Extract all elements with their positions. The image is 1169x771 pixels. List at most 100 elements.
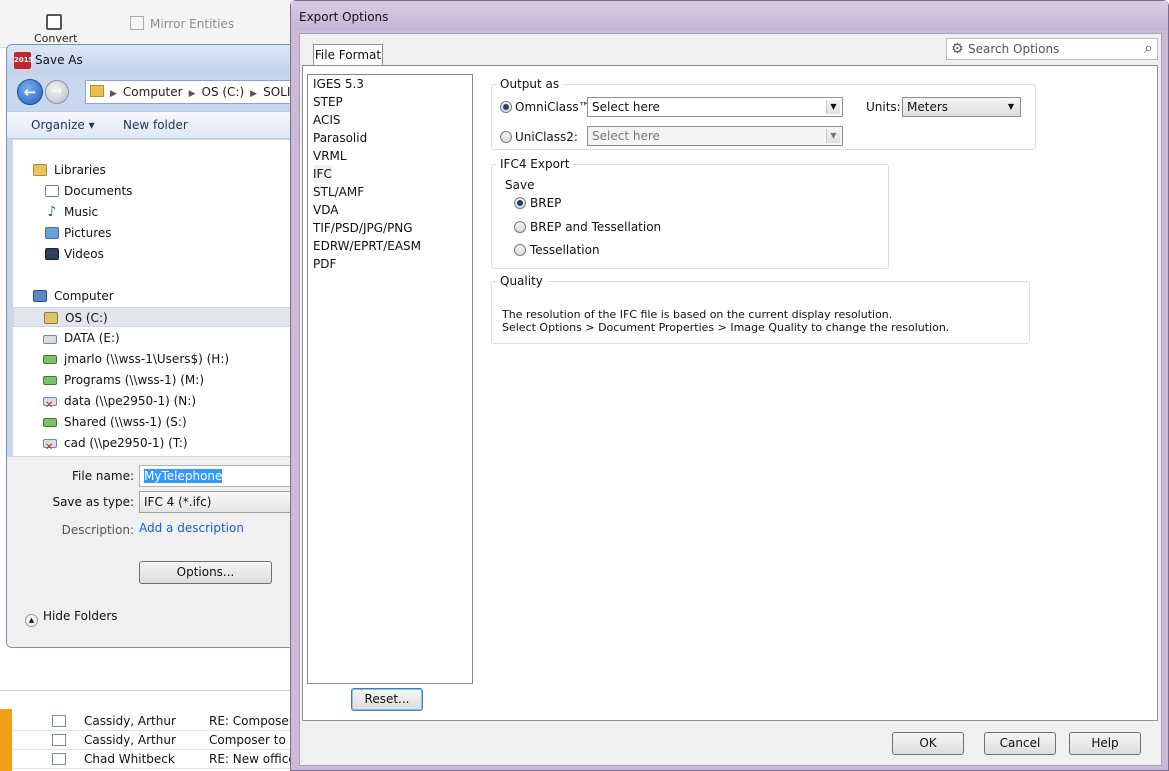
organize-menu[interactable]: Organize ▾ — [31, 118, 95, 132]
sidebar-item-label: data (\\pe2950-1) (N:) — [64, 394, 196, 408]
breadcrumb-os-drive[interactable]: OS (C:) — [202, 85, 245, 99]
quality-group: Quality The resolution of the IFC file i… — [491, 274, 1030, 344]
sidebar-item-label: Shared (\\wss-1) (S:) — [64, 415, 187, 429]
help-button[interactable]: Help — [1069, 732, 1141, 755]
forward-arrow-icon[interactable]: → — [45, 80, 69, 104]
new-folder-button[interactable]: New folder — [123, 118, 188, 132]
sidebar-item-label: cad (\\pe2950-1) (T:) — [64, 436, 188, 450]
gear-icon[interactable]: ⚙ — [951, 39, 964, 59]
chevron-down-icon: ▼ — [826, 129, 840, 143]
navigation-pane: Libraries Documents ♪ Music Pictures Vid… — [13, 140, 301, 458]
list-item[interactable]: VRML — [313, 147, 347, 165]
email-open-icon — [52, 753, 66, 765]
email-forward-icon — [52, 734, 66, 746]
list-item[interactable]: PDF — [313, 255, 336, 273]
email-reply-icon — [52, 715, 66, 727]
sidebar-item-documents[interactable]: Documents — [13, 181, 301, 201]
list-item[interactable]: TIF/PSD/JPG/PNG — [313, 219, 413, 237]
breadcrumb-computer[interactable]: Computer — [123, 85, 183, 99]
email-row[interactable]: Cassidy, Arthur Composer to Co — [12, 731, 295, 750]
omniclass-value: Select here — [592, 100, 660, 114]
uniclass-radio[interactable] — [500, 131, 512, 143]
back-arrow-icon[interactable]: ← — [17, 79, 43, 105]
disconnected-drive-icon — [43, 438, 57, 458]
sidebar-item-os-drive[interactable]: OS (C:) — [13, 307, 301, 327]
tab-file-format[interactable]: File Format — [313, 44, 383, 66]
reset-button[interactable]: Reset... — [351, 688, 423, 711]
tessellation-radio[interactable] — [514, 244, 526, 256]
file-name-input[interactable]: MyTelephone — [139, 465, 305, 487]
chevron-right-icon: ▶ — [188, 89, 196, 99]
sidebar-item-music[interactable]: ♪ Music — [13, 202, 301, 222]
sidebar-item-pictures[interactable]: Pictures — [13, 223, 301, 243]
hide-folders-button[interactable]: ▲ Hide Folders — [25, 609, 118, 627]
uniclass-value: Select here — [592, 129, 660, 143]
ok-button[interactable]: OK — [892, 732, 964, 755]
quality-label: Quality — [496, 274, 547, 288]
email-row[interactable]: Chad Whitbeck RE: New office p — [12, 750, 295, 769]
sidebar-item-shared-drive[interactable]: Shared (\\wss-1) (S:) — [13, 412, 301, 432]
tessellation-label: Tessellation — [530, 243, 600, 257]
list-item[interactable]: ACIS — [313, 111, 341, 129]
sidebar-item-label: Programs (\\wss-1) (M:) — [64, 373, 205, 387]
output-as-label: Output as — [496, 77, 564, 91]
search-options-input[interactable]: ⚙ Search Options ⌕ — [946, 38, 1158, 60]
pictures-icon — [45, 227, 59, 239]
search-icon[interactable]: ⌕ — [1144, 38, 1153, 58]
quality-line-2: Select Options > Document Properties > I… — [502, 321, 950, 334]
sidebar-item-cad-drive[interactable]: cad (\\pe2950-1) (T:) — [13, 433, 301, 458]
add-description-link[interactable]: Add a description — [139, 521, 244, 535]
sidebar-item-jmarlo-drive[interactable]: jmarlo (\\wss-1\Users$) (H:) — [13, 349, 301, 369]
quality-description: The resolution of the IFC file is based … — [502, 308, 949, 334]
chevron-right-icon: ▶ — [250, 89, 258, 99]
units-value: Meters — [907, 100, 949, 114]
brep-tessellation-radio[interactable] — [514, 221, 526, 233]
omniclass-radio[interactable] — [500, 101, 512, 113]
output-as-group: Output as OmniClass™: Select here ▼ Unit… — [491, 77, 1036, 150]
sidebar-item-data-drive[interactable]: DATA (E:) — [13, 328, 301, 348]
folder-icon — [90, 85, 104, 97]
cancel-button[interactable]: Cancel — [984, 732, 1056, 755]
export-options-title: Export Options — [299, 10, 389, 24]
list-item[interactable]: STL/AMF — [313, 183, 364, 201]
email-list: Cassidy, Arthur RE: Composer to Cassidy,… — [0, 690, 295, 771]
description-label: Description: — [61, 523, 134, 537]
sidebar-item-label: Libraries — [54, 163, 106, 177]
uniclass-select[interactable]: Select here ▼ — [587, 126, 843, 146]
email-row[interactable]: Cassidy, Arthur RE: Composer to — [12, 712, 295, 731]
sidebar-item-programs-drive[interactable]: Programs (\\wss-1) (M:) — [13, 370, 301, 390]
sidebar-item-data-network-drive[interactable]: data (\\pe2950-1) (N:) — [13, 391, 301, 416]
address-bar: ← → ▶ Computer ▶ OS (C:) ▶ SOLID — [11, 79, 305, 107]
chevron-down-icon: ▼ — [826, 100, 840, 114]
list-item[interactable]: Parasolid — [313, 129, 367, 147]
mirror-entities-button[interactable]: Mirror Entities — [130, 16, 234, 31]
save-as-titlebar[interactable]: 2015 Save As — [7, 45, 305, 75]
export-options-body: File Format ⚙ Search Options ⌕ IGES 5.3 … — [299, 33, 1162, 766]
list-item[interactable]: EDRW/EPRT/EASM — [313, 237, 421, 255]
email-from: Chad Whitbeck — [84, 752, 175, 766]
options-button[interactable]: Options... — [139, 561, 272, 584]
list-item[interactable]: VDA — [313, 201, 338, 219]
omniclass-select[interactable]: Select here ▼ — [587, 97, 843, 117]
network-drive-icon — [43, 418, 57, 427]
sidebar-item-videos[interactable]: Videos — [13, 244, 301, 264]
convert-button[interactable]: Convert — [34, 14, 78, 45]
format-list[interactable]: IGES 5.3 STEP ACIS Parasolid VRML IFC ST… — [307, 74, 473, 684]
chevron-up-icon: ▲ — [25, 614, 38, 627]
list-item[interactable]: STEP — [313, 93, 343, 111]
list-item-selected[interactable]: IFC — [313, 165, 332, 183]
units-select[interactable]: Meters ▼ — [902, 97, 1021, 117]
sidebar-item-computer[interactable]: Computer — [13, 286, 301, 306]
list-item[interactable]: IGES 5.3 — [313, 75, 364, 93]
sidebar-item-label: DATA (E:) — [64, 331, 120, 345]
sidebar-item-libraries[interactable]: Libraries — [13, 160, 301, 180]
sidebar-item-label: Pictures — [64, 226, 112, 240]
export-options-titlebar[interactable]: Export Options — [291, 1, 1168, 31]
computer-icon — [33, 290, 47, 302]
breadcrumb[interactable]: ▶ Computer ▶ OS (C:) ▶ SOLID — [85, 80, 305, 104]
search-placeholder: Search Options — [968, 42, 1060, 56]
save-as-title: Save As — [35, 53, 83, 67]
save-as-type-select[interactable]: IFC 4 (*.ifc) — [139, 491, 305, 513]
save-label: Save — [505, 178, 535, 192]
brep-radio[interactable] — [514, 197, 526, 209]
